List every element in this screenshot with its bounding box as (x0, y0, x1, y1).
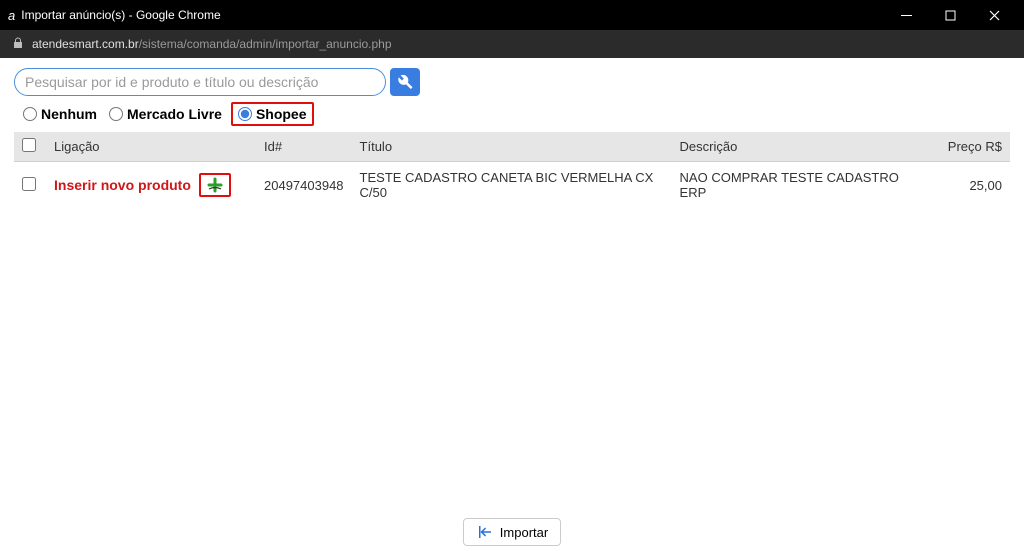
cell-preco: 25,00 (930, 162, 1010, 209)
header-id: Id# (256, 132, 352, 162)
radio-shopee-label: Shopee (256, 106, 307, 122)
minimize-button[interactable] (884, 0, 928, 30)
radio-shopee[interactable]: Shopee (231, 102, 314, 126)
import-icon (476, 523, 494, 541)
results-table: Ligação Id# Título Descrição Preço R$ In… (14, 132, 1010, 208)
radio-nenhum-input[interactable] (23, 107, 37, 121)
import-button[interactable]: Importar (463, 518, 561, 546)
cell-ligacao: Inserir novo produto (46, 162, 256, 209)
maximize-button[interactable] (928, 0, 972, 30)
cell-id: 20497403948 (256, 162, 352, 209)
search-row (14, 68, 1010, 96)
search-button[interactable] (390, 68, 420, 96)
header-ligacao: Ligação (46, 132, 256, 162)
close-button[interactable] (972, 0, 1016, 30)
radio-nenhum[interactable]: Nenhum (20, 106, 100, 122)
header-titulo: Título (352, 132, 672, 162)
radio-shopee-input[interactable] (238, 107, 252, 121)
import-button-label: Importar (500, 525, 548, 540)
inserir-novo-produto-link[interactable]: Inserir novo produto (54, 177, 191, 193)
row-checkbox[interactable] (22, 177, 36, 191)
table-header-row: Ligação Id# Título Descrição Preço R$ (14, 132, 1010, 162)
radio-mercado-livre-input[interactable] (109, 107, 123, 121)
window-title: Importar anúncio(s) - Google Chrome (21, 8, 884, 22)
row-checkbox-cell (14, 162, 46, 209)
cell-descricao: NAO COMPRAR TESTE CADASTRO ERP (672, 162, 930, 209)
header-descricao: Descrição (672, 132, 930, 162)
search-input[interactable] (14, 68, 386, 96)
plus-icon (207, 177, 223, 193)
header-preco: Preço R$ (930, 132, 1010, 162)
header-checkbox-cell (14, 132, 46, 162)
window-controls (884, 0, 1016, 30)
table-row: Inserir novo produto 20497403948 TESTE C… (14, 162, 1010, 209)
url-host: atendesmart.com.br (32, 37, 139, 51)
app-icon: a (8, 8, 15, 23)
select-all-checkbox[interactable] (22, 138, 36, 152)
cell-titulo: TESTE CADASTRO CANETA BIC VERMELHA CX C/… (352, 162, 672, 209)
address-bar[interactable]: atendesmart.com.br/sistema/comanda/admin… (0, 30, 1024, 58)
page-content: Nenhum Mercado Livre Shopee Ligação Id# … (0, 58, 1024, 510)
radio-mercado-livre[interactable]: Mercado Livre (106, 106, 225, 122)
lock-icon (12, 37, 24, 52)
radio-mercado-livre-label: Mercado Livre (127, 106, 222, 122)
footer-bar: Importar (0, 510, 1024, 558)
radio-nenhum-label: Nenhum (41, 106, 97, 122)
url-path: /sistema/comanda/admin/importar_anuncio.… (139, 37, 392, 51)
add-product-button[interactable] (199, 173, 231, 197)
wrench-icon (397, 74, 413, 90)
window-titlebar: a Importar anúncio(s) - Google Chrome (0, 0, 1024, 30)
filter-radios: Nenhum Mercado Livre Shopee (14, 102, 1010, 126)
